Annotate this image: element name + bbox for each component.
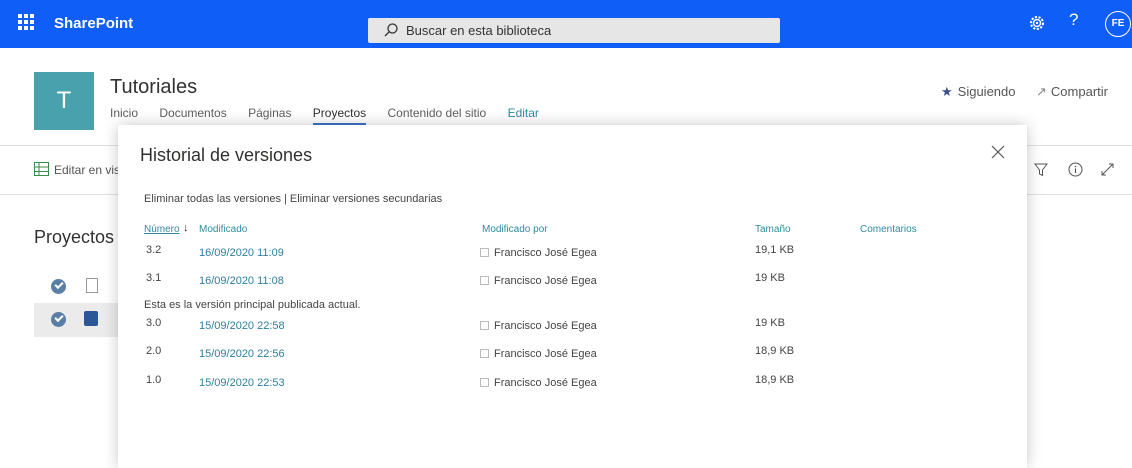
version-history-panel: Historial de versiones Eliminar todas la…: [118, 125, 1027, 468]
version-author[interactable]: Francisco José Egea: [480, 320, 597, 332]
nav-item-contenido[interactable]: Contenido del sitio: [388, 106, 487, 120]
version-author[interactable]: Francisco José Egea: [480, 377, 597, 389]
star-icon: ★: [941, 84, 953, 99]
version-author[interactable]: Francisco José Egea: [480, 275, 597, 287]
version-number: 3.2: [146, 244, 162, 256]
word-document-icon: [84, 311, 98, 326]
search-box[interactable]: Buscar en esta biblioteca: [368, 18, 780, 43]
file-icon: [86, 278, 98, 293]
expand-icon[interactable]: [1100, 162, 1115, 177]
edit-grid-view-button[interactable]: Editar en vis: [54, 163, 120, 177]
version-author-name: Francisco José Egea: [494, 377, 597, 389]
delete-versions-links[interactable]: Eliminar todas las versiones | Eliminar …: [144, 193, 442, 205]
version-author-name: Francisco José Egea: [494, 320, 597, 332]
version-size: 19 KB: [755, 272, 785, 284]
nav-edit-link[interactable]: Editar: [508, 106, 539, 120]
help-icon[interactable]: ?: [1069, 10, 1078, 30]
version-author[interactable]: Francisco José Egea: [480, 247, 597, 259]
panel-title: Historial de versiones: [140, 145, 313, 165]
column-header-comments[interactable]: Comentarios: [860, 224, 917, 235]
nav-item-paginas[interactable]: Páginas: [248, 106, 291, 120]
version-date-link[interactable]: 16/09/2020 11:09: [199, 247, 284, 259]
version-author-name: Francisco José Egea: [494, 275, 597, 287]
version-date-link[interactable]: 15/09/2020 22:56: [199, 348, 285, 360]
column-header-modified[interactable]: Modificado: [199, 224, 247, 235]
column-header-number[interactable]: Número: [144, 224, 180, 235]
version-author-name: Francisco José Egea: [494, 247, 597, 259]
nav-item-inicio[interactable]: Inicio: [110, 106, 138, 120]
user-presence-icon: [480, 276, 489, 285]
version-date-link[interactable]: 15/09/2020 22:53: [199, 377, 285, 389]
user-presence-icon: [480, 378, 489, 387]
version-number: 1.0: [146, 374, 162, 386]
version-number: 3.1: [146, 272, 162, 284]
version-size: 18,9 KB: [755, 374, 795, 386]
nav-item-proyectos[interactable]: Proyectos: [312, 106, 367, 125]
list-title: Proyectos: [34, 227, 115, 247]
site-title[interactable]: Tutoriales: [110, 76, 197, 99]
nav-item-documentos[interactable]: Documentos: [159, 106, 226, 120]
version-date-link[interactable]: 16/09/2020 11:08: [199, 275, 284, 287]
user-presence-icon: [480, 248, 489, 257]
user-presence-icon: [480, 321, 489, 330]
version-size: 18,9 KB: [755, 345, 795, 357]
close-icon[interactable]: [991, 145, 1005, 159]
checkmark-icon[interactable]: [51, 312, 66, 327]
follow-button[interactable]: ★ Siguiendo: [941, 84, 1015, 100]
site-logo[interactable]: T: [34, 72, 94, 130]
checkmark-icon[interactable]: [51, 279, 66, 294]
version-number: 2.0: [146, 345, 162, 357]
filter-icon[interactable]: [1034, 163, 1048, 177]
app-launcher-icon[interactable]: [18, 14, 34, 30]
version-date-link[interactable]: 15/09/2020 22:58: [199, 320, 285, 332]
follow-label: Siguiendo: [957, 84, 1016, 99]
gear-icon[interactable]: [1028, 14, 1046, 32]
site-navigation: Inicio Documentos Páginas Proyectos Cont…: [110, 106, 557, 125]
avatar[interactable]: FE: [1105, 11, 1131, 37]
grid-view-icon: [34, 162, 49, 176]
search-icon: [384, 23, 398, 37]
search-input[interactable]: Buscar en esta biblioteca: [406, 23, 551, 38]
column-header-modified-by[interactable]: Modificado por: [482, 224, 548, 235]
user-presence-icon: [480, 349, 489, 358]
share-button[interactable]: ↗ Compartir: [1036, 84, 1108, 100]
version-author[interactable]: Francisco José Egea: [480, 348, 597, 360]
share-label: Compartir: [1050, 84, 1108, 99]
version-author-name: Francisco José Egea: [494, 348, 597, 360]
sort-down-icon: ↓: [183, 222, 189, 234]
share-icon: ↗: [1036, 84, 1047, 99]
column-header-size[interactable]: Tamaño: [755, 224, 791, 235]
version-number: 3.0: [146, 317, 162, 329]
current-version-note: Esta es la versión principal publicada a…: [144, 299, 361, 311]
version-size: 19 KB: [755, 317, 785, 329]
suite-bar: SharePoint Buscar en esta biblioteca ? F…: [0, 0, 1132, 48]
info-icon[interactable]: [1068, 162, 1083, 177]
version-size: 19,1 KB: [755, 244, 795, 256]
brand-link[interactable]: SharePoint: [54, 15, 133, 32]
